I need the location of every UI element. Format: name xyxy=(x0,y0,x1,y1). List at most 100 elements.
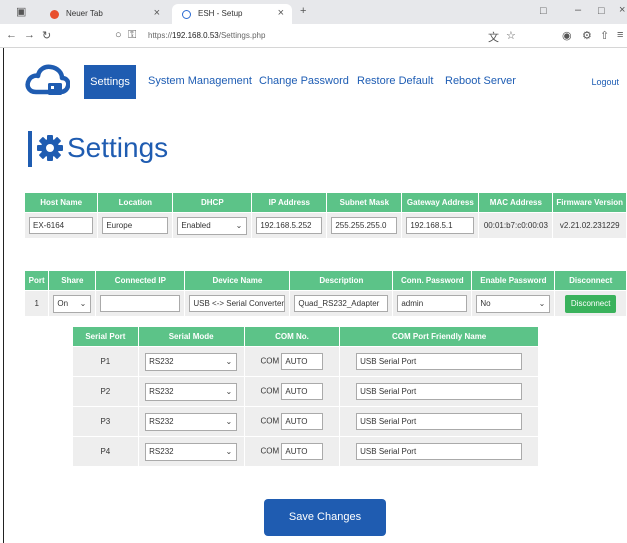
serial-mode-select[interactable]: RS232 ⌄ xyxy=(145,352,238,371)
header-gateway-address: Gateway Address xyxy=(401,192,480,213)
header-share: Share xyxy=(48,270,97,291)
header-mac-address: MAC Address xyxy=(478,192,554,213)
reload-icon[interactable]: ↻ xyxy=(42,29,51,42)
ip-address-input[interactable]: 192.168.5.252 xyxy=(256,217,323,234)
nav-restore-default[interactable]: Restore Default xyxy=(357,75,433,87)
com-prefix: COM xyxy=(260,356,280,366)
com-number-input[interactable]: AUTO xyxy=(281,443,324,460)
url-text[interactable]: https://192.168.0.53/Settings.php xyxy=(148,31,265,40)
serial-port-table: Serial Port Serial Mode COM No. COM Port… xyxy=(72,326,539,467)
cell-dhcp: Enabled ⌄ xyxy=(172,212,253,239)
cell-com-no: COM AUTO xyxy=(243,346,341,377)
browser-tab-setup[interactable]: ESH - Setup × xyxy=(172,4,292,24)
friendly-name-input[interactable]: USB Serial Port xyxy=(356,443,523,460)
save-changes-button[interactable]: Save Changes xyxy=(264,499,386,536)
disconnect-button[interactable]: Disconnect xyxy=(564,294,617,313)
table-header-row: Serial Port Serial Mode COM No. COM Port… xyxy=(72,326,539,347)
cell-friendly-name: USB Serial Port xyxy=(339,436,539,467)
serial-mode-select[interactable]: RS232 ⌄ xyxy=(145,382,238,401)
cell-host-name: EX-6164 xyxy=(23,212,99,239)
table-row: P2 RS232 ⌄ COM AUTO USB Serial Port xyxy=(72,376,539,407)
forward-arrow-icon[interactable]: → xyxy=(24,29,35,41)
translate-icon[interactable]: 文 xyxy=(488,29,499,45)
chevron-down-icon: ⌄ xyxy=(225,386,233,396)
cell-subnet-mask: 255.255.255.0 xyxy=(326,212,403,239)
nav-settings[interactable]: Settings xyxy=(84,65,136,99)
share-icon[interactable]: ⇧ xyxy=(600,29,609,42)
com-prefix: COM xyxy=(260,416,280,426)
cell-serial-mode: RS232 ⌄ xyxy=(137,376,245,407)
browser-tab-new[interactable]: Neuer Tab × xyxy=(40,4,168,24)
shield-icon[interactable]: ○ xyxy=(115,29,122,41)
com-number-input[interactable]: AUTO xyxy=(281,353,324,370)
dhcp-select[interactable]: Enabled ⌄ xyxy=(177,216,248,235)
device-name-input[interactable]: USB <-> Serial Converter xyxy=(189,295,286,312)
window-close-icon[interactable]: × xyxy=(619,4,625,16)
header-port: Port xyxy=(23,270,50,291)
connected-ip-input[interactable] xyxy=(100,295,181,312)
serial-mode-value: RS232 xyxy=(149,386,174,396)
friendly-name-input[interactable]: USB Serial Port xyxy=(356,383,523,400)
cell-friendly-name: USB Serial Port xyxy=(339,376,539,407)
nav-change-password[interactable]: Change Password xyxy=(259,75,349,87)
location-input[interactable]: Europe xyxy=(102,217,169,234)
serial-mode-value: RS232 xyxy=(149,356,174,366)
cloud-logo-icon[interactable] xyxy=(24,63,71,99)
serial-mode-value: RS232 xyxy=(149,446,174,456)
enable-password-select[interactable]: No ⌄ xyxy=(476,294,551,313)
header-com-port-friendly-name: COM Port Friendly Name xyxy=(339,326,539,347)
extensions-icon[interactable]: ⚙ xyxy=(582,29,592,42)
serial-mode-select[interactable]: RS232 ⌄ xyxy=(145,442,238,461)
share-select[interactable]: On ⌄ xyxy=(53,294,92,313)
description-input[interactable]: Quad_RS232_Adapter xyxy=(294,295,389,312)
new-tab-icon[interactable]: + xyxy=(300,5,306,17)
nav-reboot-server[interactable]: Reboot Server xyxy=(445,75,516,87)
chevron-down-icon: ⌄ xyxy=(225,356,233,366)
back-arrow-icon[interactable]: ← xyxy=(6,29,17,41)
cell-disconnect: Disconnect xyxy=(554,290,627,317)
cell-gateway-address: 192.168.5.1 xyxy=(401,212,480,239)
host-name-input[interactable]: EX-6164 xyxy=(29,217,93,234)
serial-mode-value: RS232 xyxy=(149,416,174,426)
header-description: Description xyxy=(289,270,394,291)
close-icon[interactable]: × xyxy=(154,7,160,19)
header-firmware-version: Firmware Version xyxy=(552,192,627,213)
com-prefix: COM xyxy=(260,446,280,456)
friendly-name-input[interactable]: USB Serial Port xyxy=(356,353,523,370)
window-edge xyxy=(3,48,4,543)
header-com-no: COM No. xyxy=(243,326,341,347)
pocket-icon[interactable]: ◉ xyxy=(562,29,572,42)
table-row: 1 On ⌄ USB <-> Serial Converter Quad_RS23… xyxy=(23,290,627,317)
lock-icon[interactable]: ⚿ xyxy=(128,29,136,42)
close-icon[interactable]: × xyxy=(278,7,284,19)
gear-icon xyxy=(36,132,64,166)
chevron-down-icon: ⌄ xyxy=(225,446,233,456)
header-ip-address: IP Address xyxy=(251,192,328,213)
subnet-mask-input[interactable]: 255.255.255.0 xyxy=(331,217,398,234)
gateway-address-input[interactable]: 192.168.5.1 xyxy=(406,217,475,234)
cell-device-name: USB <-> Serial Converter xyxy=(184,290,291,317)
bookmark-star-icon[interactable]: ☆ xyxy=(506,29,516,42)
logout-link[interactable]: Logout xyxy=(591,77,619,87)
cell-com-no: COM AUTO xyxy=(243,406,341,437)
tab-favicon-icon xyxy=(50,10,59,19)
minimize-icon[interactable]: – xyxy=(575,4,581,16)
com-number-input[interactable]: AUTO xyxy=(281,383,324,400)
menu-icon[interactable]: ≡ xyxy=(617,29,623,41)
table-header-row: Host Name Location DHCP IP Address Subne… xyxy=(23,192,627,213)
conn-password-input[interactable]: admin xyxy=(397,295,468,312)
serial-mode-select[interactable]: RS232 ⌄ xyxy=(145,412,238,431)
com-number-input[interactable]: AUTO xyxy=(281,413,324,430)
maximize-icon[interactable]: □ xyxy=(598,5,605,17)
url-prefix: https:// xyxy=(148,31,173,40)
page-title: Settings xyxy=(67,132,169,163)
nav-system-management[interactable]: System Management xyxy=(148,75,252,87)
serial-port-label: P1 xyxy=(72,346,139,377)
url-path: /Settings.php xyxy=(218,31,266,40)
cell-serial-mode: RS232 ⌄ xyxy=(137,436,245,467)
tab-list-icon[interactable]: □ xyxy=(540,5,547,17)
cell-serial-mode: RS232 ⌄ xyxy=(137,346,245,377)
chevron-down-icon: ⌄ xyxy=(235,220,243,230)
friendly-name-input[interactable]: USB Serial Port xyxy=(356,413,523,430)
tab-overview-icon[interactable]: ▣ xyxy=(16,5,26,18)
